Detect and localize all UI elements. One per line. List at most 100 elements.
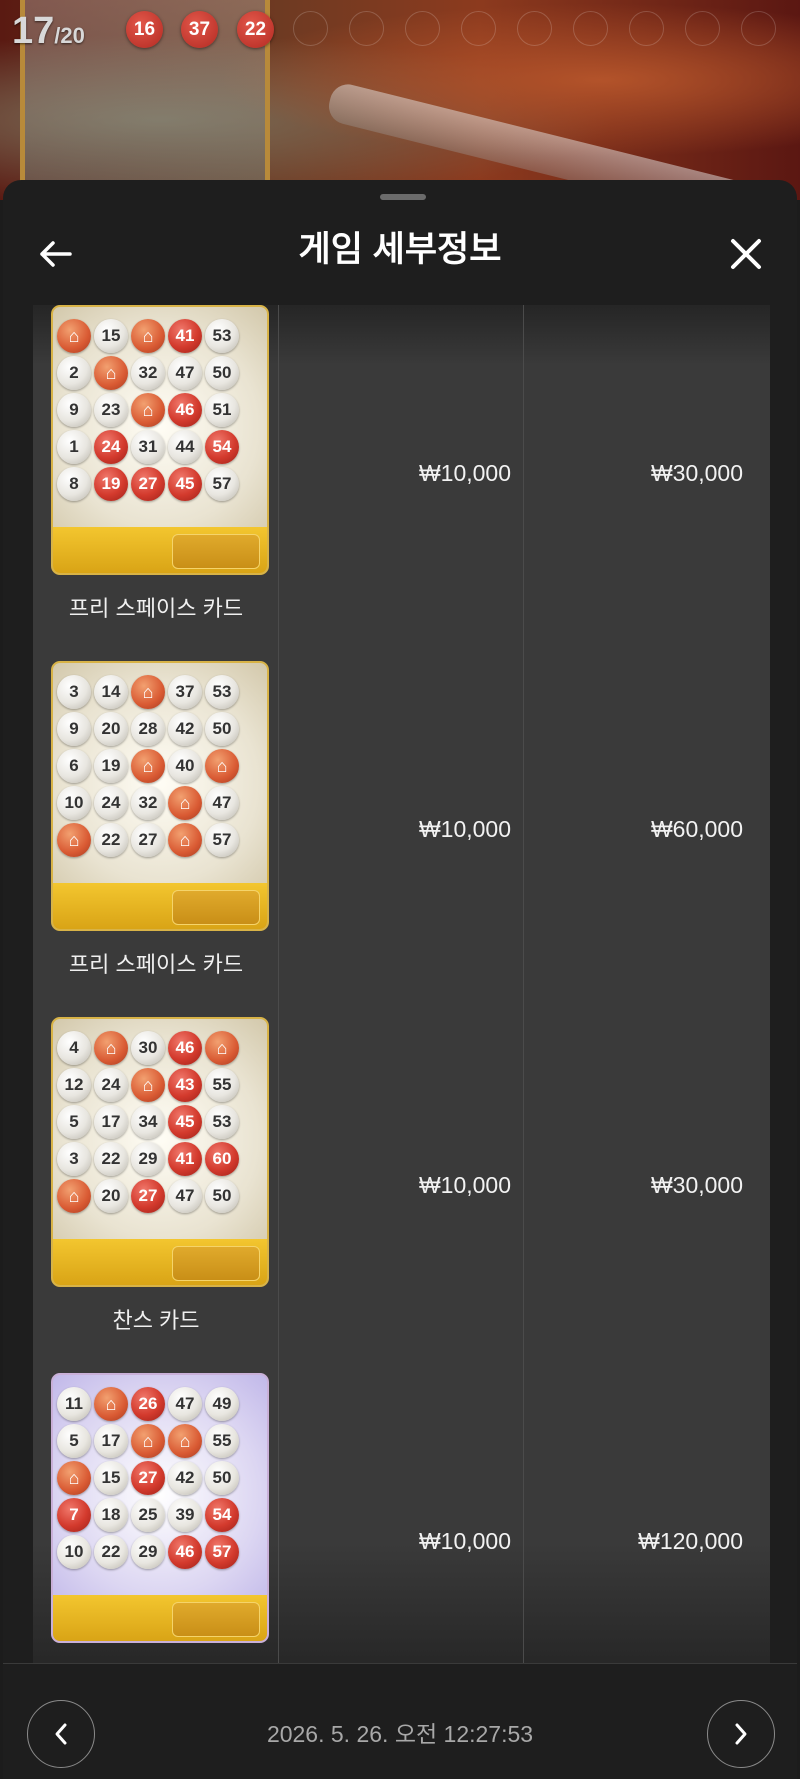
card-footer [53, 883, 267, 929]
card-number: 50 [205, 1179, 239, 1213]
bet-amount: ₩10,000 [279, 1363, 524, 1663]
win-amount: ₩30,000 [650, 1171, 743, 1198]
card-number: 24 [94, 430, 128, 464]
card-number: 50 [205, 356, 239, 390]
card-name: 찬스 카드 [112, 1308, 200, 1333]
free-space-icon [57, 823, 91, 857]
empty-ball-slot [629, 11, 664, 46]
card-number: 18 [94, 1498, 128, 1532]
round-navigation: 2026. 5. 26. 오전 12:27:53 [3, 1663, 797, 1779]
card-number: 17 [94, 1424, 128, 1458]
bingo-card: 430461224435551734455332229416020274750 [51, 1017, 269, 1287]
free-space-icon [131, 319, 165, 353]
card-number: 23 [94, 393, 128, 427]
free-space-icon [205, 749, 239, 783]
card-number: 14 [94, 675, 128, 709]
card-footer-button [172, 1246, 260, 1281]
card-number: 15 [94, 319, 128, 353]
card-number: 37 [168, 675, 202, 709]
free-space-icon [57, 1179, 91, 1213]
card-number: 46 [168, 1031, 202, 1065]
card-number: 27 [131, 823, 165, 857]
card-number: 10 [57, 1535, 91, 1569]
card-cell: 314 3753 920284250 619 40 102432 47 2227 57 프리 스페… [33, 651, 279, 1007]
card-number: 3 [57, 1142, 91, 1176]
card-number: 51 [205, 393, 239, 427]
bingo-card: 15 4153 2 324750 923 4651 124314454 819274557 [51, 305, 269, 575]
game-video-background: 17/20 16 37 22 [0, 0, 800, 231]
card-number: 32 [131, 356, 165, 390]
page-title: 게임 세부정보 [298, 230, 502, 269]
empty-ball-slot [293, 11, 328, 46]
card-number: 53 [205, 1105, 239, 1139]
empty-ball-slot [741, 11, 776, 46]
card-number: 26 [131, 1387, 165, 1421]
card-number: 42 [168, 712, 202, 746]
card-number: 29 [131, 1535, 165, 1569]
card-number: 54 [205, 430, 239, 464]
sheet-drag-handle[interactable] [380, 194, 426, 200]
card-footer [53, 527, 267, 573]
card-number: 46 [168, 1535, 202, 1569]
free-space-icon [57, 319, 91, 353]
card-number: 32 [131, 786, 165, 820]
card-footer-button [172, 890, 260, 925]
draw-total: /20 [54, 23, 85, 48]
card-number: 28 [131, 712, 165, 746]
empty-ball-slot [573, 11, 608, 46]
card-number: 49 [205, 1387, 239, 1421]
win-amount: ₩60,000 [650, 815, 743, 842]
card-number: 27 [131, 467, 165, 501]
card-number: 40 [168, 749, 202, 783]
drawn-ball: 16 [126, 11, 163, 48]
card-cell: 15 4153 2 324750 923 4651 124314454 819274557 프리… [33, 305, 279, 651]
card-number: 39 [168, 1498, 202, 1532]
card-number: 53 [205, 319, 239, 353]
card-number: 29 [131, 1142, 165, 1176]
card-number: 47 [168, 1387, 202, 1421]
card-number: 41 [168, 1142, 202, 1176]
close-button[interactable] [716, 224, 776, 284]
card-number: 60 [205, 1142, 239, 1176]
card-footer [53, 1239, 267, 1285]
card-number: 5 [57, 1105, 91, 1139]
card-number: 55 [205, 1424, 239, 1458]
card-number: 6 [57, 749, 91, 783]
card-number: 22 [94, 1535, 128, 1569]
close-icon [731, 239, 761, 269]
card-number: 8 [57, 467, 91, 501]
card-number: 1 [57, 430, 91, 464]
card-number: 57 [205, 823, 239, 857]
card-number: 31 [131, 430, 165, 464]
card-number: 30 [131, 1031, 165, 1065]
card-number: 22 [94, 1142, 128, 1176]
bet-amount: ₩10,000 [279, 1007, 524, 1363]
card-number: 11 [57, 1387, 91, 1421]
back-button[interactable] [25, 224, 85, 284]
round-datetime: 2026. 5. 26. 오전 12:27:53 [266, 1721, 534, 1747]
bet-card-list[interactable]: 15415323247509234651124314454819274557프리… [33, 305, 770, 1663]
bet-amount: ₩10,000 [279, 305, 524, 651]
card-number: 50 [205, 1461, 239, 1495]
bet-row: 430461224435551734455332229416020274750찬… [33, 1007, 770, 1364]
card-number: 45 [168, 467, 202, 501]
drawn-ball: 22 [237, 11, 274, 48]
card-number: 42 [168, 1461, 202, 1495]
card-footer-button [172, 534, 260, 569]
free-space-icon [168, 1424, 202, 1458]
next-round-button[interactable] [707, 1700, 775, 1768]
card-number: 24 [94, 1068, 128, 1102]
card-number: 57 [205, 1535, 239, 1569]
free-space-icon [131, 675, 165, 709]
card-name: 프리 스페이스 카드 [68, 596, 244, 621]
card-number: 44 [168, 430, 202, 464]
card-number: 20 [94, 1179, 128, 1213]
free-space-icon [131, 1424, 165, 1458]
empty-ball-slot [517, 11, 552, 46]
card-number: 12 [57, 1068, 91, 1102]
card-number: 25 [131, 1498, 165, 1532]
free-space-icon [94, 1387, 128, 1421]
card-number: 50 [205, 712, 239, 746]
card-number: 19 [94, 467, 128, 501]
card-number: 7 [57, 1498, 91, 1532]
